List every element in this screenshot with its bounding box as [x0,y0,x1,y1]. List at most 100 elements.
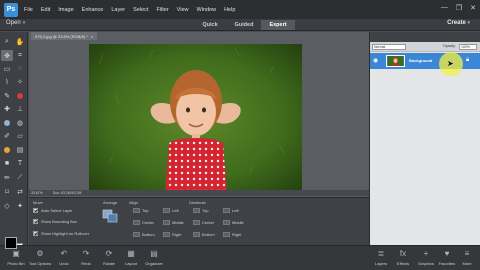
mode-guided[interactable]: Guided [227,20,261,30]
distribute-title: Distribute [189,200,206,205]
lasso-tool-icon[interactable]: ◌ [14,63,26,74]
undo-icon: ↶ [60,249,68,258]
highlight-checkbox-row[interactable]: Show Highlight on Rollover [33,231,89,236]
distribute-bottom-button[interactable] [193,232,200,237]
magic-wand-tool-icon[interactable]: ✧ [14,76,26,87]
menu-edit[interactable]: Edit [41,7,50,13]
custom-shape-tool-icon[interactable]: ✦ [14,200,26,211]
organizer-button[interactable]: ▤ Organizer [141,248,167,266]
photo-bin-button[interactable]: ▣ Photo Bin [3,248,29,266]
bottom-bar: ▣ Photo Bin ⚙ Tool Options ↶ Undo ↷ Redo… [0,245,480,270]
auto-select-checkbox-row[interactable]: Auto Select Layer [33,208,73,213]
mode-quick[interactable]: Quick [193,20,227,30]
distribute-left-label: Left [232,208,239,213]
auto-select-checkbox[interactable] [33,208,38,213]
arrange-title: Arrange [103,200,118,205]
document-tab-title: 975-2.jpg @ 33.8% (RGB/8) * [35,33,88,39]
align-top-label: Top [142,208,149,213]
menu-enhance[interactable]: Enhance [82,7,104,13]
straighten-tool-icon[interactable]: ⟋ [14,172,26,183]
tool-options-panel: Move Auto Select Layer Show Bounding Box… [29,197,369,245]
window-controls: — ❐ ✕ [441,4,476,12]
marquee-tool-icon[interactable]: ▭ [1,63,13,74]
sponge-tool-icon[interactable]: ◍ [14,117,26,128]
align-top-button[interactable] [133,208,140,213]
crop-tool-icon[interactable]: ⌗ [14,50,26,61]
minimize-icon[interactable]: — [441,4,448,12]
distribute-left-button[interactable] [223,208,230,213]
paint-bucket-tool-icon[interactable] [1,144,13,155]
menu-select[interactable]: Select [133,7,148,13]
graphics-icon: + [423,249,429,258]
blend-mode-select[interactable]: Normal [372,44,406,50]
hand-tool-icon[interactable]: ✋ [14,36,26,47]
distribute-top-button[interactable] [193,208,200,213]
content-aware-move-tool-icon[interactable]: ⇄ [14,186,26,197]
doc-info: Doc: 63.2M/63.2M [52,191,82,195]
highlight-checkbox[interactable] [33,231,38,236]
shape-tool-icon[interactable]: ■ [1,158,13,169]
status-bar: 33.87% Doc: 63.2M/63.2M [29,190,369,196]
distribute-right-button[interactable] [223,232,230,237]
healing-brush-tool-icon[interactable]: ✚ [1,103,13,114]
align-right-button[interactable] [163,232,170,237]
zoom-tool-icon[interactable]: ⌕ [1,36,13,47]
distribute-center-label: Center [202,220,215,225]
menu-help[interactable]: Help [224,7,235,13]
distribute-middle-button[interactable] [223,220,230,225]
chevron-down-icon: ▾ [22,20,26,26]
align-bottom-button[interactable] [133,232,140,237]
organizer-label: Organizer [145,261,163,266]
pencil-tool-icon[interactable]: ✏ [1,172,13,183]
document-tab[interactable]: 975-2.jpg @ 33.8% (RGB/8) * × [31,32,98,40]
quick-selection-tool-icon[interactable]: ⌇ [1,76,13,87]
align-left-button[interactable] [163,208,170,213]
document-tab-close-icon[interactable]: × [91,34,93,39]
restore-icon[interactable]: ❐ [456,4,462,12]
align-bottom-label: Bottom [142,232,155,237]
perspective-tool-icon[interactable]: ◇ [1,200,13,211]
distribute-bottom-label: Bottom [202,232,215,237]
blur-tool-icon[interactable] [1,117,13,128]
mode-expert[interactable]: Expert [261,20,295,30]
foreground-color-swatch[interactable] [5,237,17,249]
clone-stamp-tool-icon[interactable]: ⊥ [14,103,26,114]
visibility-eye-icon[interactable]: ◉ [373,57,380,64]
align-middle-button[interactable] [163,220,170,225]
lock-icon[interactable]: 🔒︎ [466,57,469,64]
menu-image[interactable]: Image [58,7,73,13]
menu-layer[interactable]: Layer [111,7,125,13]
bounding-box-checkbox[interactable] [33,219,38,224]
eraser-tool-icon[interactable]: ▱ [14,130,26,141]
text-tool-icon[interactable]: T [14,158,26,169]
menu-file[interactable]: File [24,7,33,13]
eyedropper-tool-icon[interactable]: ✎ [1,90,13,101]
layer-row-background[interactable]: ◉ Background 🔒︎ [370,53,480,69]
move-tool-icon[interactable]: ✥ [1,50,13,61]
zoom-level: 33.87% [31,191,43,195]
align-center-button[interactable] [133,220,140,225]
tool-options-button[interactable]: ⚙ Tool Options [27,248,53,266]
mode-bar: Open ▾ Quick Guided Expert Create ▾ [0,19,480,31]
open-label: Open [6,20,21,26]
organizer-icon: ▤ [150,249,158,258]
gradient-tool-icon[interactable]: ▤ [14,144,26,155]
recompose-tool-icon[interactable]: ⌑ [1,186,13,197]
redeye-tool-icon[interactable] [14,90,26,101]
create-button[interactable]: Create ▾ [447,20,470,26]
bounding-box-checkbox-row[interactable]: Show Bounding Box [33,219,77,224]
open-button[interactable]: Open ▾ [6,20,25,26]
more-button[interactable]: ≡ More [454,248,480,266]
menu-filter[interactable]: Filter [156,7,168,13]
brush-tool-icon[interactable]: ✐ [1,130,13,141]
opacity-input[interactable]: 100% [459,44,477,50]
document-canvas-area: 975-2.jpg @ 33.8% (RGB/8) * × [29,32,369,197]
layout-icon: ▦ [127,249,135,258]
redo-icon: ↷ [82,249,90,258]
arrange-icon[interactable] [102,209,118,223]
menu-view[interactable]: View [177,7,189,13]
document-photo[interactable] [89,44,302,193]
close-icon[interactable]: ✕ [470,4,476,12]
menu-window[interactable]: Window [197,7,217,13]
distribute-center-button[interactable] [193,220,200,225]
